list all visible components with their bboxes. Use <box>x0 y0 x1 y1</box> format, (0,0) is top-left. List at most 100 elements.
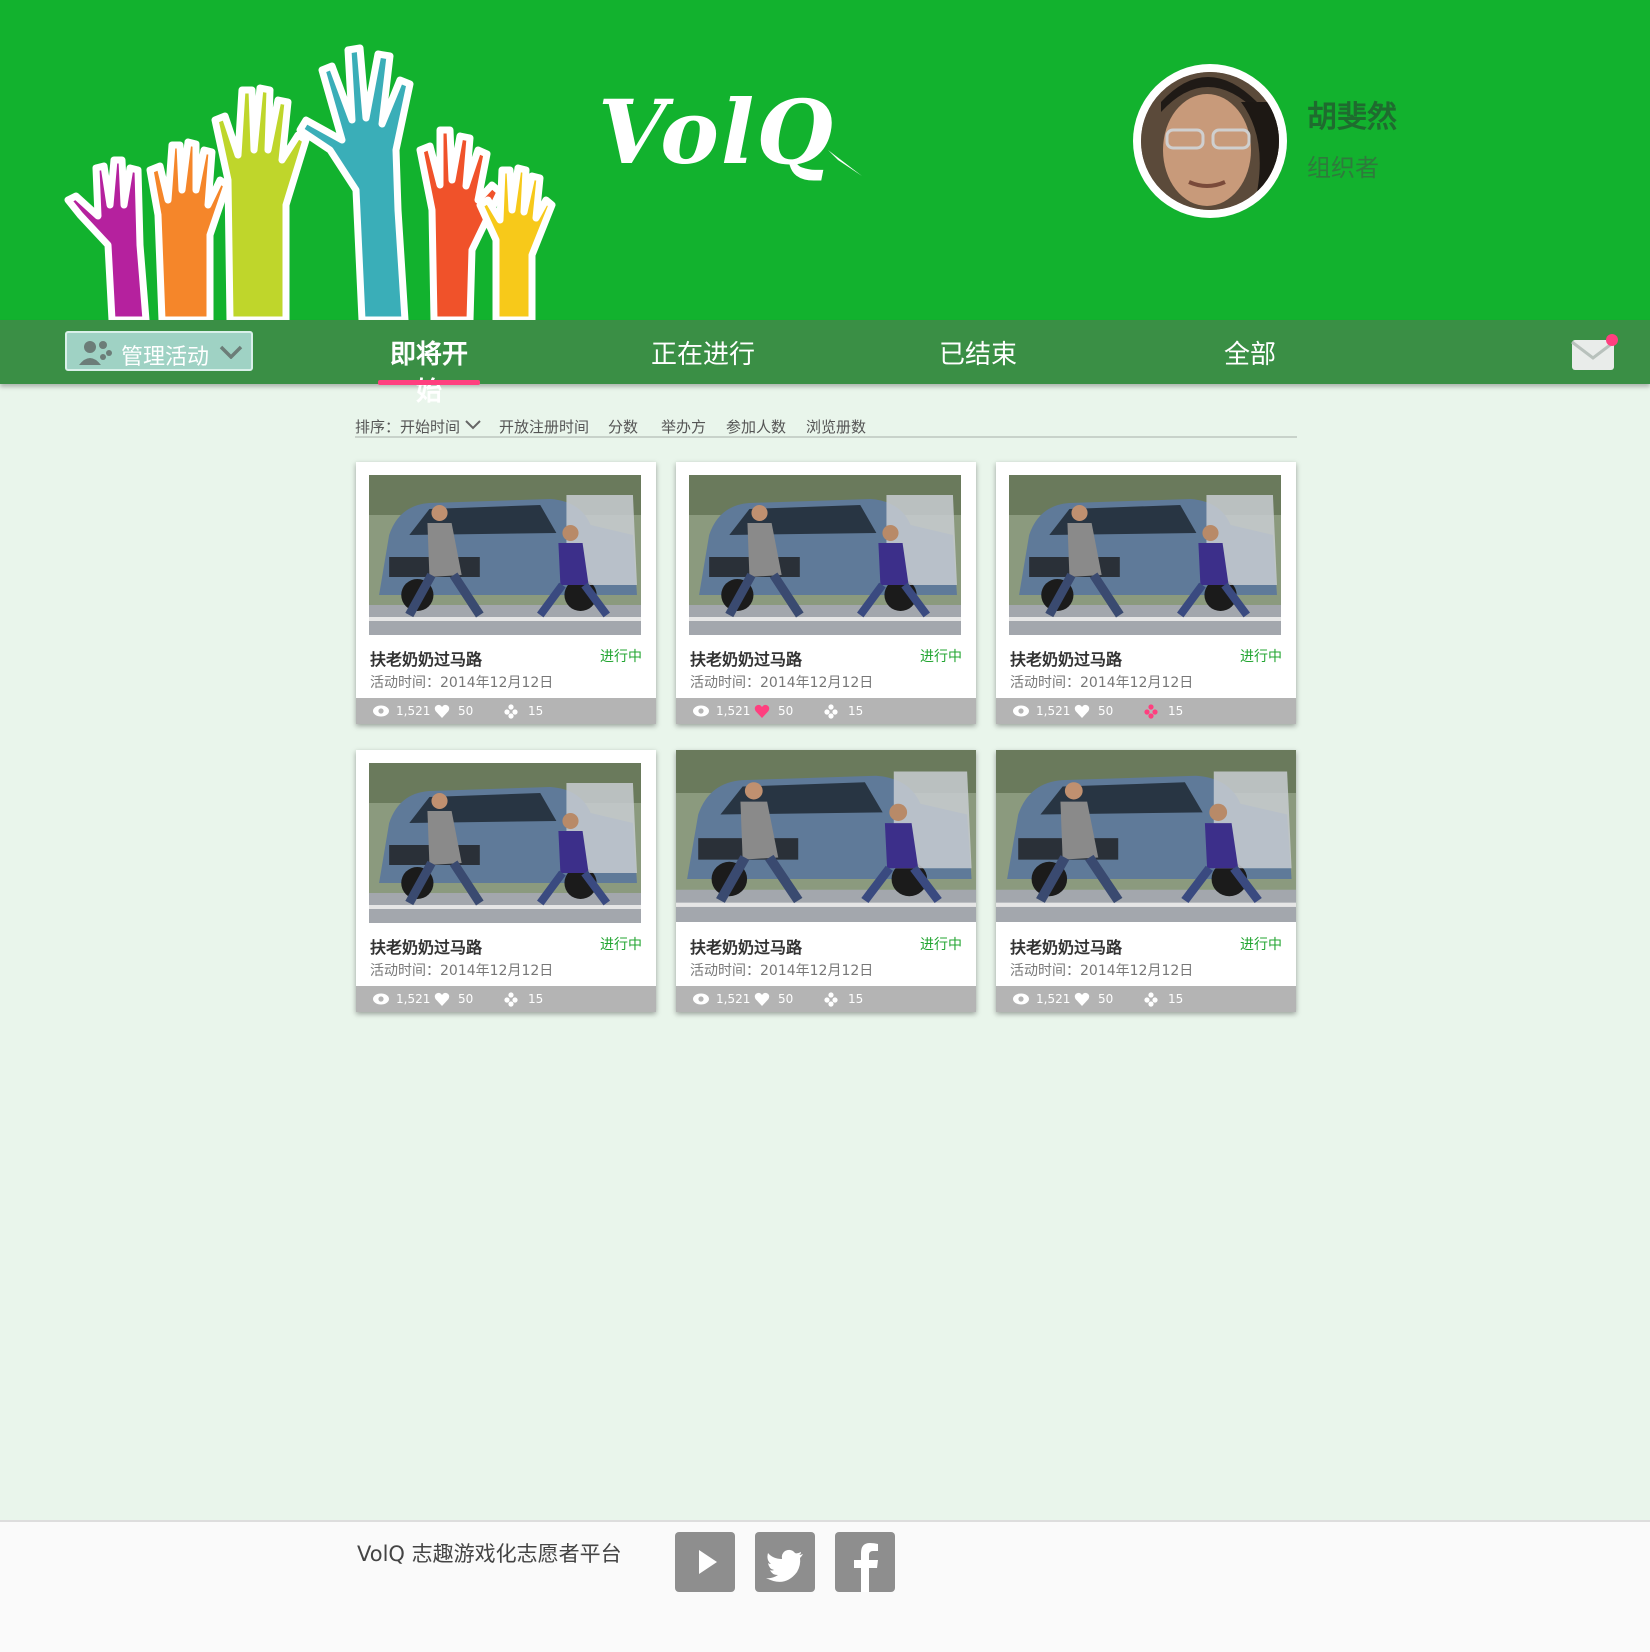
footer-tagline: VolQ 志趣游戏化志愿者平台 <box>357 1542 622 1566</box>
activity-photo[interactable] <box>1009 475 1281 635</box>
stat-likes[interactable]: 50 <box>754 986 793 1012</box>
activity-stats-bar: 1,521 50 15 <box>676 698 976 724</box>
active-tab-indicator <box>378 380 480 385</box>
unread-dot <box>1606 334 1618 346</box>
activity-time: 活动时间：2014年12月12日 <box>1010 675 1194 691</box>
heart-icon[interactable] <box>754 992 772 1007</box>
activity-stats-bar: 1,521 50 15 <box>996 986 1296 1012</box>
stat-views[interactable]: 1,521 <box>1012 698 1070 724</box>
stat-likes-count: 50 <box>458 992 474 1006</box>
eye-icon[interactable] <box>372 704 390 719</box>
stat-likes[interactable]: 50 <box>434 986 473 1012</box>
stat-views[interactable]: 1,521 <box>692 986 750 1012</box>
activity-card[interactable]: 扶老奶奶过马路 进行中活动时间：2014年12月12日 1,521 50 15 <box>996 750 1296 1012</box>
eye-icon[interactable] <box>692 704 710 719</box>
tab-in-progress[interactable]: 正在进行 <box>640 334 766 371</box>
sort-option-views[interactable]: 浏览册数 <box>806 416 866 437</box>
activity-title[interactable]: 扶老奶奶过马路 <box>370 646 482 670</box>
facebook-icon[interactable] <box>835 1532 895 1592</box>
stat-views[interactable]: 1,521 <box>692 698 750 724</box>
stat-likes-count: 50 <box>778 704 794 718</box>
stat-shares[interactable]: 15 <box>1144 698 1183 724</box>
stat-views-count: 1,521 <box>1036 704 1071 718</box>
activity-photo[interactable] <box>369 763 641 923</box>
eye-icon[interactable] <box>1012 992 1030 1007</box>
activity-photo[interactable] <box>689 475 961 635</box>
tab-finished[interactable]: 已结束 <box>928 334 1028 371</box>
sort-option-score[interactable]: 分数 <box>608 416 638 437</box>
activity-title[interactable]: 扶老奶奶过马路 <box>690 646 802 670</box>
group-settings-icon <box>79 341 112 365</box>
eye-icon[interactable] <box>1012 704 1030 719</box>
activity-time: 活动时间：2014年12月12日 <box>1010 963 1194 979</box>
stat-shares-count: 15 <box>1168 992 1184 1006</box>
heart-icon[interactable] <box>754 704 772 719</box>
activity-photo[interactable] <box>676 750 976 922</box>
twitter-icon[interactable] <box>755 1532 815 1592</box>
share-icon[interactable] <box>504 991 522 1007</box>
activity-photo[interactable] <box>369 475 641 635</box>
heart-icon[interactable] <box>434 704 452 719</box>
stat-likes[interactable]: 50 <box>1074 986 1113 1012</box>
sort-chevron-down-icon[interactable] <box>465 420 481 430</box>
stat-shares-count: 15 <box>528 992 544 1006</box>
stat-shares[interactable]: 15 <box>504 986 543 1012</box>
stat-likes-count: 50 <box>1098 992 1114 1006</box>
stat-likes[interactable]: 50 <box>434 698 473 724</box>
sort-option-start-time[interactable]: 开始时间 <box>400 416 460 437</box>
activity-title[interactable]: 扶老奶奶过马路 <box>370 934 482 958</box>
activity-photo[interactable] <box>996 750 1296 922</box>
activity-status-badge: 进行中 <box>920 937 962 953</box>
user-name[interactable]: 胡斐然 <box>1307 92 1397 136</box>
activity-stats-bar: 1,521 50 15 <box>356 698 656 724</box>
avatar[interactable] <box>1133 64 1287 218</box>
activity-title[interactable]: 扶老奶奶过马路 <box>1010 646 1122 670</box>
activity-card[interactable]: 扶老奶奶过马路 进行中活动时间：2014年12月12日 1,521 50 15 <box>676 750 976 1012</box>
eye-icon[interactable] <box>692 992 710 1007</box>
youtube-icon[interactable] <box>675 1532 735 1592</box>
logo-speech-tail <box>828 150 862 176</box>
stat-shares-count: 15 <box>1168 704 1184 718</box>
stat-likes[interactable]: 50 <box>1074 698 1113 724</box>
stat-likes-count: 50 <box>458 704 474 718</box>
share-icon[interactable] <box>824 991 842 1007</box>
eye-icon[interactable] <box>372 992 390 1007</box>
stat-views[interactable]: 1,521 <box>372 698 430 724</box>
share-icon[interactable] <box>1144 703 1162 719</box>
sort-prefix: 排序： <box>355 418 401 436</box>
share-icon[interactable] <box>504 703 522 719</box>
mail-icon[interactable] <box>1570 334 1622 374</box>
activity-status-badge: 进行中 <box>920 649 962 665</box>
stat-shares[interactable]: 15 <box>824 986 863 1012</box>
stat-views[interactable]: 1,521 <box>1012 986 1070 1012</box>
activity-stats-bar: 1,521 50 15 <box>356 986 656 1012</box>
share-icon[interactable] <box>824 703 842 719</box>
stat-shares[interactable]: 15 <box>504 698 543 724</box>
tab-upcoming[interactable]: 即将开始 <box>378 334 480 408</box>
activity-title[interactable]: 扶老奶奶过马路 <box>1010 934 1122 958</box>
volq-logo[interactable]: VolQ <box>598 80 835 184</box>
stat-likes[interactable]: 50 <box>754 698 793 724</box>
activity-card[interactable]: 扶老奶奶过马路 进行中 活动时间：2014年12月12日 1,521 50 15 <box>356 750 656 1012</box>
manage-activities-dropdown[interactable]: 管理活动 <box>65 331 253 371</box>
activity-card[interactable]: 扶老奶奶过马路 进行中 活动时间：2014年12月12日 1,521 50 15 <box>996 462 1296 724</box>
activity-time: 活动时间：2014年12月12日 <box>690 963 874 979</box>
share-icon[interactable] <box>1144 991 1162 1007</box>
activity-title[interactable]: 扶老奶奶过马路 <box>690 934 802 958</box>
activity-card[interactable]: 扶老奶奶过马路 进行中 活动时间：2014年12月12日 1,521 50 15 <box>676 462 976 724</box>
stat-shares[interactable]: 15 <box>1144 986 1183 1012</box>
activity-card[interactable]: 扶老奶奶过马路 进行中 活动时间：2014年12月12日 1,521 50 15 <box>356 462 656 724</box>
heart-icon[interactable] <box>1074 704 1092 719</box>
heart-icon[interactable] <box>434 992 452 1007</box>
activity-status-badge: 进行中 <box>1240 937 1282 953</box>
tab-all[interactable]: 全部 <box>1200 334 1300 371</box>
sort-option-registration-time[interactable]: 开放注册时间 <box>499 416 589 437</box>
raised-hands-illustration <box>64 44 556 320</box>
sort-option-participants[interactable]: 参加人数 <box>726 416 786 437</box>
sort-option-organizer[interactable]: 举办方 <box>661 416 706 437</box>
stat-views[interactable]: 1,521 <box>372 986 430 1012</box>
activity-time: 活动时间：2014年12月12日 <box>370 963 554 979</box>
stat-shares[interactable]: 15 <box>824 698 863 724</box>
heart-icon[interactable] <box>1074 992 1092 1007</box>
header-banner: VolQ 胡斐然 组织者 <box>0 0 1650 320</box>
